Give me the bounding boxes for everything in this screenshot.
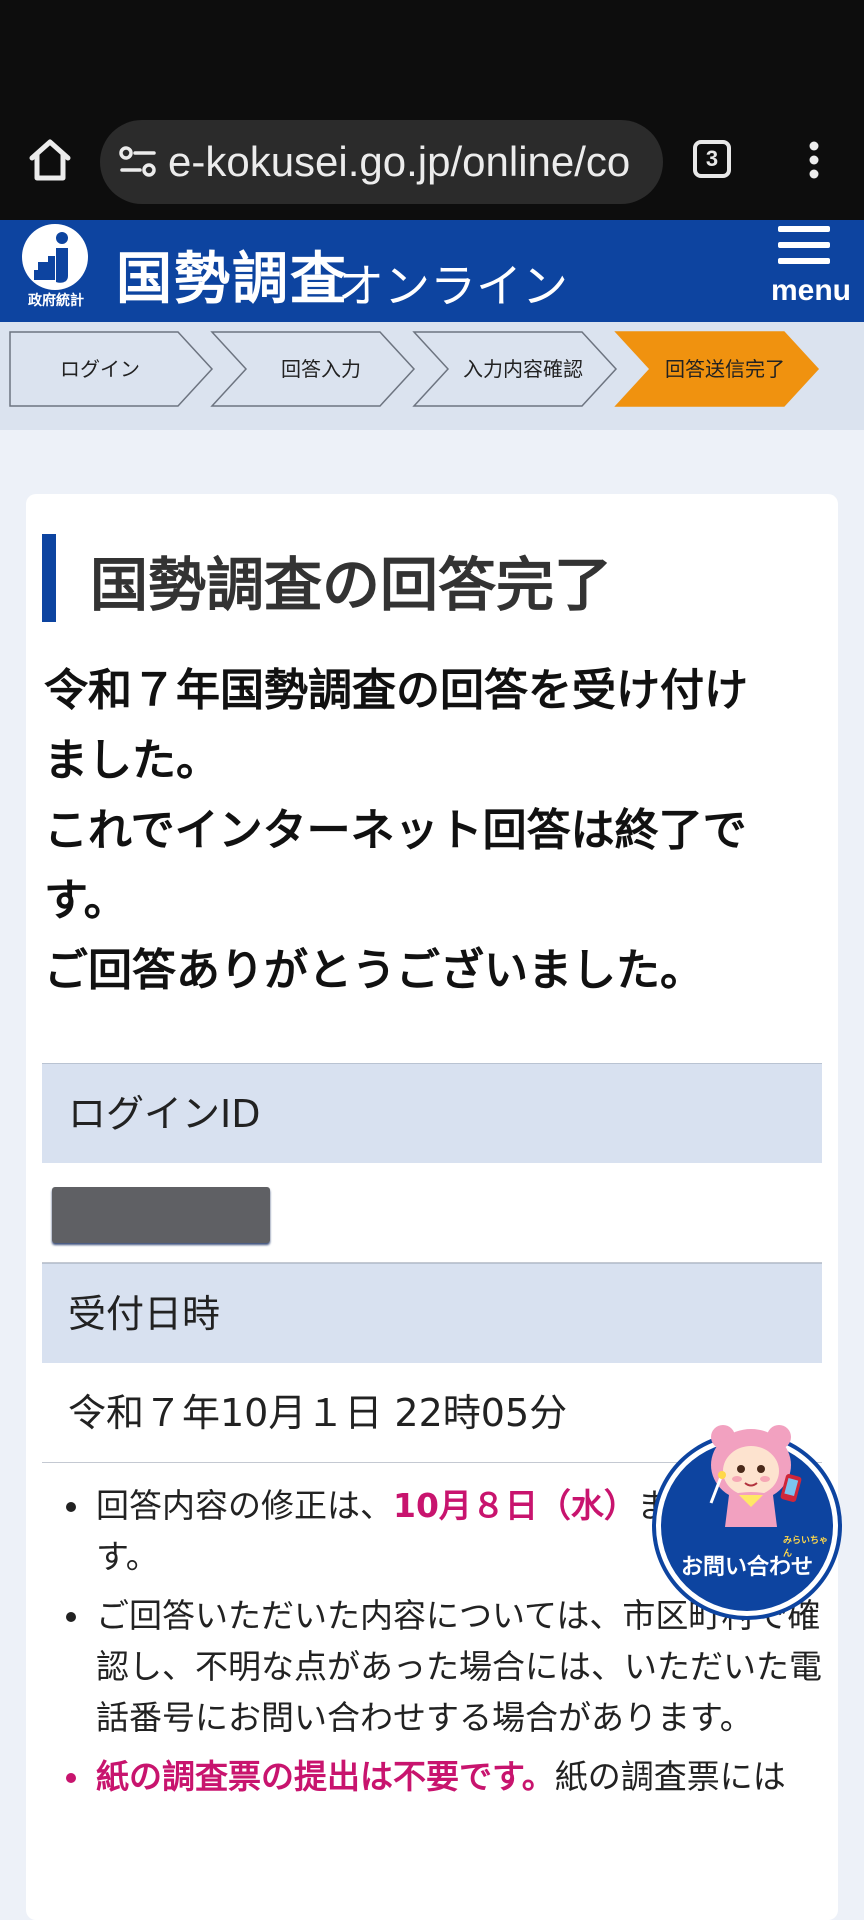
contact-button[interactable]: みらいちゃん お問い合わせ (656, 1425, 838, 1616)
more-options-icon[interactable] (796, 132, 832, 188)
message-line: これでインターネット回答は終了で (44, 805, 747, 856)
progress-steps: ログイン 回答入力 入力内容確認 回答送信完了 (0, 322, 864, 430)
heading-accent-bar (42, 534, 56, 622)
hamburger-icon (778, 226, 830, 232)
site-subtitle[interactable]: オンライン (338, 250, 568, 316)
redacted-login-id (52, 1187, 270, 1243)
menu-label: menu (770, 274, 851, 307)
step-label: 回答送信完了 (665, 357, 785, 381)
note-text: 紙の調査票には (554, 1757, 786, 1796)
edit-deadline-date: 10月８日（水） (393, 1486, 637, 1525)
received-datetime-value: 令和７年10月１日 22時05分 (68, 1391, 568, 1435)
message-line: ご回答ありがとうございました。 (44, 945, 704, 996)
step-label: ログイン (60, 357, 140, 381)
mascot-icon (681, 1415, 821, 1535)
received-datetime-label: 受付日時 (68, 1292, 221, 1336)
note-emphasis: 紙の調査票の提出は不要です。 (96, 1757, 555, 1796)
status-bar (0, 0, 864, 96)
tab-switcher-button[interactable]: 3 (693, 140, 731, 178)
government-statistics-logo[interactable] (22, 224, 88, 290)
browser-toolbar: e-kokusei.go.jp/online/co 3 (0, 96, 864, 220)
progress-steps-graphic: ログイン 回答入力 入力内容確認 回答送信完了 (9, 331, 820, 407)
url-text[interactable]: e-kokusei.go.jp/online/co (168, 120, 630, 204)
step-label: 入力内容確認 (463, 357, 583, 381)
note-text: 回答内容の修正は、 (96, 1486, 393, 1525)
message-line: 令和７年国勢調査の回答を受け付け (44, 665, 748, 716)
message-line: ました。 (44, 735, 220, 786)
login-id-label: ログインID (68, 1092, 261, 1136)
note-paper-not-required: 紙の調査票の提出は不要です。紙の調査票には (46, 1751, 832, 1802)
site-title[interactable]: 国勢調査 (116, 234, 348, 315)
contact-label: お問い合わせ (680, 1555, 813, 1580)
site-settings-icon[interactable] (118, 144, 158, 180)
received-datetime-header: 受付日時 (42, 1263, 822, 1363)
home-icon[interactable] (22, 132, 78, 188)
note-text: ご回答いただいた内容については、市区町村で確認し、不明な点があった場合には、いた… (96, 1596, 822, 1737)
page-title: 国勢調査の回答完了 (90, 551, 613, 619)
login-id-value-row (42, 1163, 822, 1263)
hamburger-icon-bar (778, 258, 830, 264)
note-municipality-check: ご回答いただいた内容については、市区町村で確認し、不明な点があった場合には、いた… (46, 1590, 832, 1743)
logo-caption: 政府統計 (28, 293, 84, 309)
completion-card: 国勢調査の回答完了 令和７年国勢調査の回答を受け付け ました。 これでインターネ… (26, 494, 838, 1920)
menu-button[interactable]: menu (752, 220, 864, 322)
completion-message: 令和７年国勢調査の回答を受け付け ました。 これでインターネット回答は終了で す… (44, 656, 824, 1006)
login-id-header: ログインID (42, 1063, 822, 1163)
hamburger-icon-bar (778, 242, 830, 248)
step-label: 回答入力 (281, 357, 361, 381)
address-bar[interactable]: e-kokusei.go.jp/online/co (100, 120, 663, 204)
site-header: 政府統計 国勢調査 オンライン menu (0, 220, 864, 322)
message-line: す。 (44, 875, 128, 926)
